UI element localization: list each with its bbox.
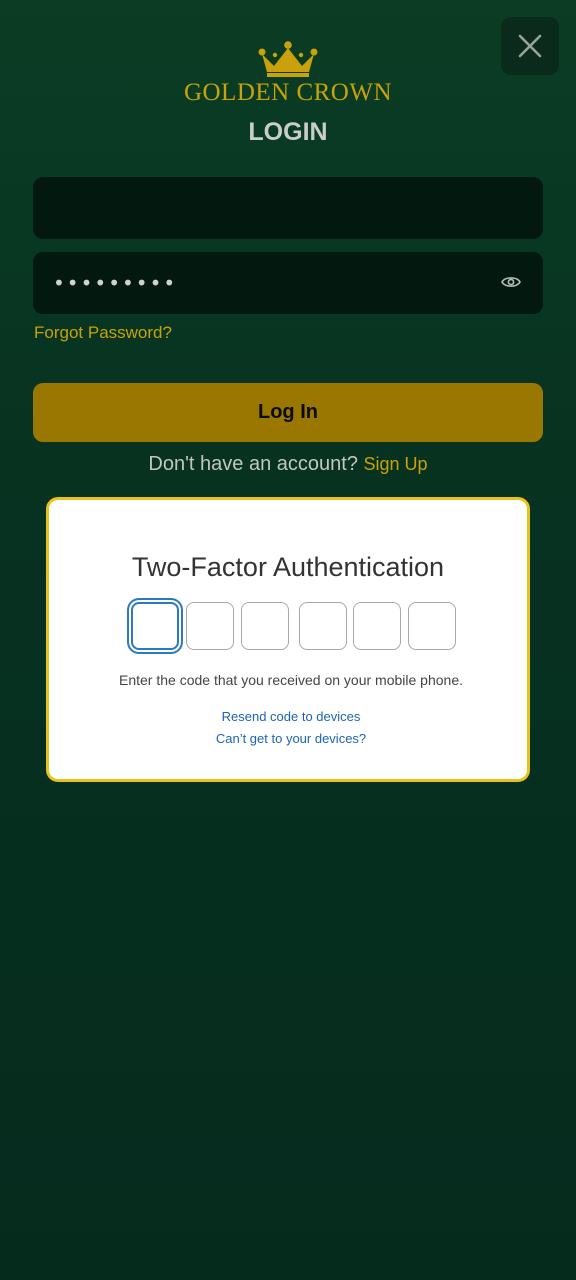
no-account-text: Don't have an account?	[148, 453, 358, 475]
resend-code-link[interactable]: Resend code to devices	[49, 709, 533, 724]
code-digit-3[interactable]	[241, 602, 289, 650]
sign-up-link[interactable]: Sign Up	[364, 454, 428, 474]
forgot-password-link[interactable]: Forgot Password?	[34, 323, 172, 343]
code-digit-6[interactable]	[408, 602, 456, 650]
brand-logo: GOLDEN CROWN	[0, 40, 576, 105]
code-digit-2[interactable]	[186, 602, 234, 650]
eye-icon	[501, 277, 521, 287]
login-button[interactable]: Log In	[33, 383, 543, 442]
password-input[interactable]	[33, 252, 513, 314]
code-digit-1[interactable]	[131, 602, 179, 650]
signup-prompt: Don't have an account? Sign Up	[0, 453, 576, 476]
code-digit-5[interactable]	[353, 602, 401, 650]
two-factor-dialog: Two-Factor Authentication Enter the code…	[46, 497, 530, 782]
code-input-group	[128, 600, 458, 654]
page-title: LOGIN	[248, 118, 328, 146]
login-screen: GOLDEN CROWN LOGIN Forgot Password? Log …	[0, 0, 576, 1280]
crown-icon	[258, 41, 318, 77]
show-password-button[interactable]	[501, 274, 521, 295]
code-digit-4[interactable]	[299, 602, 347, 650]
brand-name: GOLDEN CROWN	[183, 79, 393, 106]
username-input[interactable]	[33, 177, 513, 239]
two-factor-instructions: Enter the code that you received on your…	[119, 672, 463, 688]
password-field[interactable]	[33, 252, 543, 314]
cant-access-devices-link[interactable]: Can’t get to your devices?	[49, 731, 533, 746]
username-field[interactable]	[33, 177, 543, 239]
two-factor-title: Two-Factor Authentication	[131, 552, 445, 582]
